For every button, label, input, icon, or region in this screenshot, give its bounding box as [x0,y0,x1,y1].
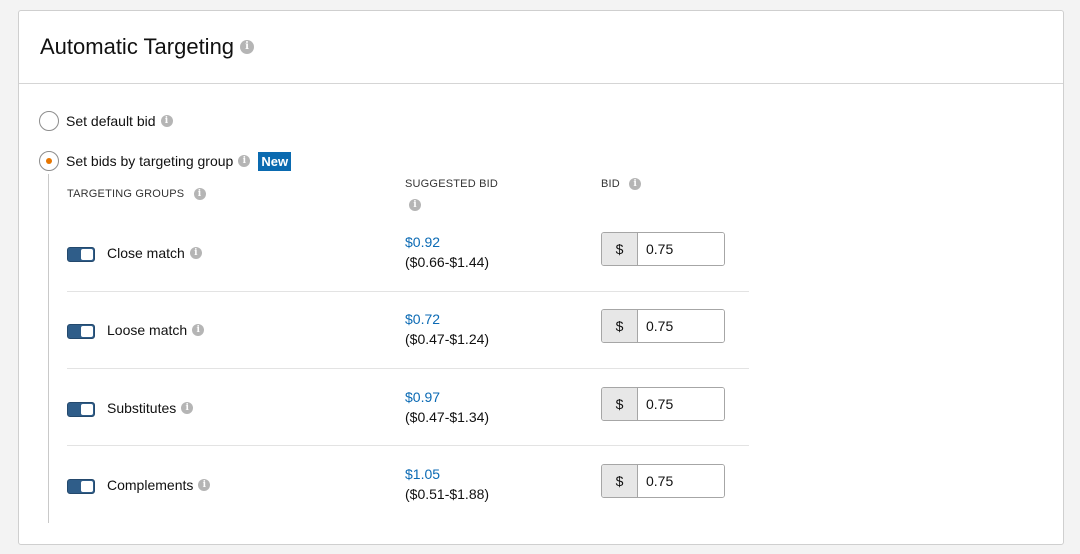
group-label-text: Substitutes [107,400,177,416]
suggested-bid-link[interactable]: $0.92 [405,232,489,252]
bid-input[interactable] [638,465,724,497]
bid-input-group: $ [601,309,725,343]
currency-symbol: $ [602,388,638,420]
info-icon[interactable]: i [181,402,194,414]
table-row: Complements i $1.05 ($0.51-$1.88) $ [67,446,749,523]
radio-by-group-label: Set bids by targeting group [66,153,234,169]
bid-input[interactable] [638,233,724,265]
info-icon[interactable]: i [189,247,202,259]
section-title: Automatic Targeting [40,34,235,59]
info-icon[interactable]: i [198,479,211,491]
suggested-bid-link[interactable]: $1.05 [405,464,489,484]
suggested-bid-range: ($0.47-$1.34) [405,409,490,425]
card-header: Automatic Targeting i [19,11,1063,84]
radio-by-group-row[interactable]: Set bids by targeting group i New [39,151,292,171]
automatic-targeting-card: Automatic Targeting i Set default bid i … [18,10,1064,545]
col-head-suggested-bid-label: SUGGESTED BID [405,178,499,190]
col-head-targeting-groups: TARGETING GROUPS i [67,188,206,201]
currency-symbol: $ [602,310,638,342]
table-row: Loose match i $0.72 ($0.47-$1.24) $ [67,292,749,369]
currency-symbol: $ [602,233,638,265]
suggested-bid: $1.05 ($0.51-$1.88) [405,464,489,504]
group-label: Substitutes i [107,400,194,416]
suggested-bid: $0.92 ($0.66-$1.44) [405,232,489,272]
suggested-bid-range: ($0.47-$1.24) [405,331,490,347]
group-indent-line [48,174,49,523]
info-icon[interactable]: i [240,40,255,54]
table-row: Substitutes i $0.97 ($0.47-$1.34) $ [67,369,749,446]
suggested-bid: $0.72 ($0.47-$1.24) [405,309,489,349]
toggle-substitutes[interactable] [67,402,95,417]
info-icon[interactable]: i [629,178,642,191]
bid-input-group: $ [601,464,725,498]
bid-input[interactable] [638,388,724,420]
group-label: Loose match i [107,322,205,338]
suggested-bid-link[interactable]: $0.72 [405,309,489,329]
info-icon[interactable]: i [238,155,251,167]
suggested-bid-range: ($0.51-$1.88) [405,486,490,502]
toggle-loose-match[interactable] [67,324,95,339]
col-head-bid-label: BID [601,178,620,190]
toggle-close-match[interactable] [67,247,95,262]
suggested-bid-link[interactable]: $0.97 [405,387,489,407]
info-icon[interactable]: i [409,199,421,211]
radio-default-bid[interactable] [39,111,59,131]
col-head-suggested-bid: SUGGESTED BID i [405,178,498,211]
group-label-text: Complements [107,477,194,493]
radio-default-bid-label: Set default bid [66,113,156,129]
group-label: Close match i [107,245,202,261]
suggested-bid-range: ($0.66-$1.44) [405,254,490,270]
suggested-bid: $0.97 ($0.47-$1.34) [405,387,489,427]
radio-default-bid-row[interactable]: Set default bid i [39,111,173,131]
bid-input-group: $ [601,387,725,421]
col-head-targeting-groups-label: TARGETING GROUPS [67,188,185,200]
info-icon[interactable]: i [193,188,206,201]
bid-input[interactable] [638,310,724,342]
group-label-text: Close match [107,245,185,261]
bid-input-group: $ [601,232,725,266]
col-head-bid: BID i [601,178,642,191]
group-label-text: Loose match [107,322,188,338]
currency-symbol: $ [602,465,638,497]
table-row: Close match i $0.92 ($0.66-$1.44) $ [67,215,749,292]
group-label: Complements i [107,477,211,493]
toggle-complements[interactable] [67,479,95,494]
info-icon[interactable]: i [160,115,173,127]
info-icon[interactable]: i [192,324,205,336]
radio-by-group[interactable] [39,151,59,171]
new-badge: New [258,151,292,171]
